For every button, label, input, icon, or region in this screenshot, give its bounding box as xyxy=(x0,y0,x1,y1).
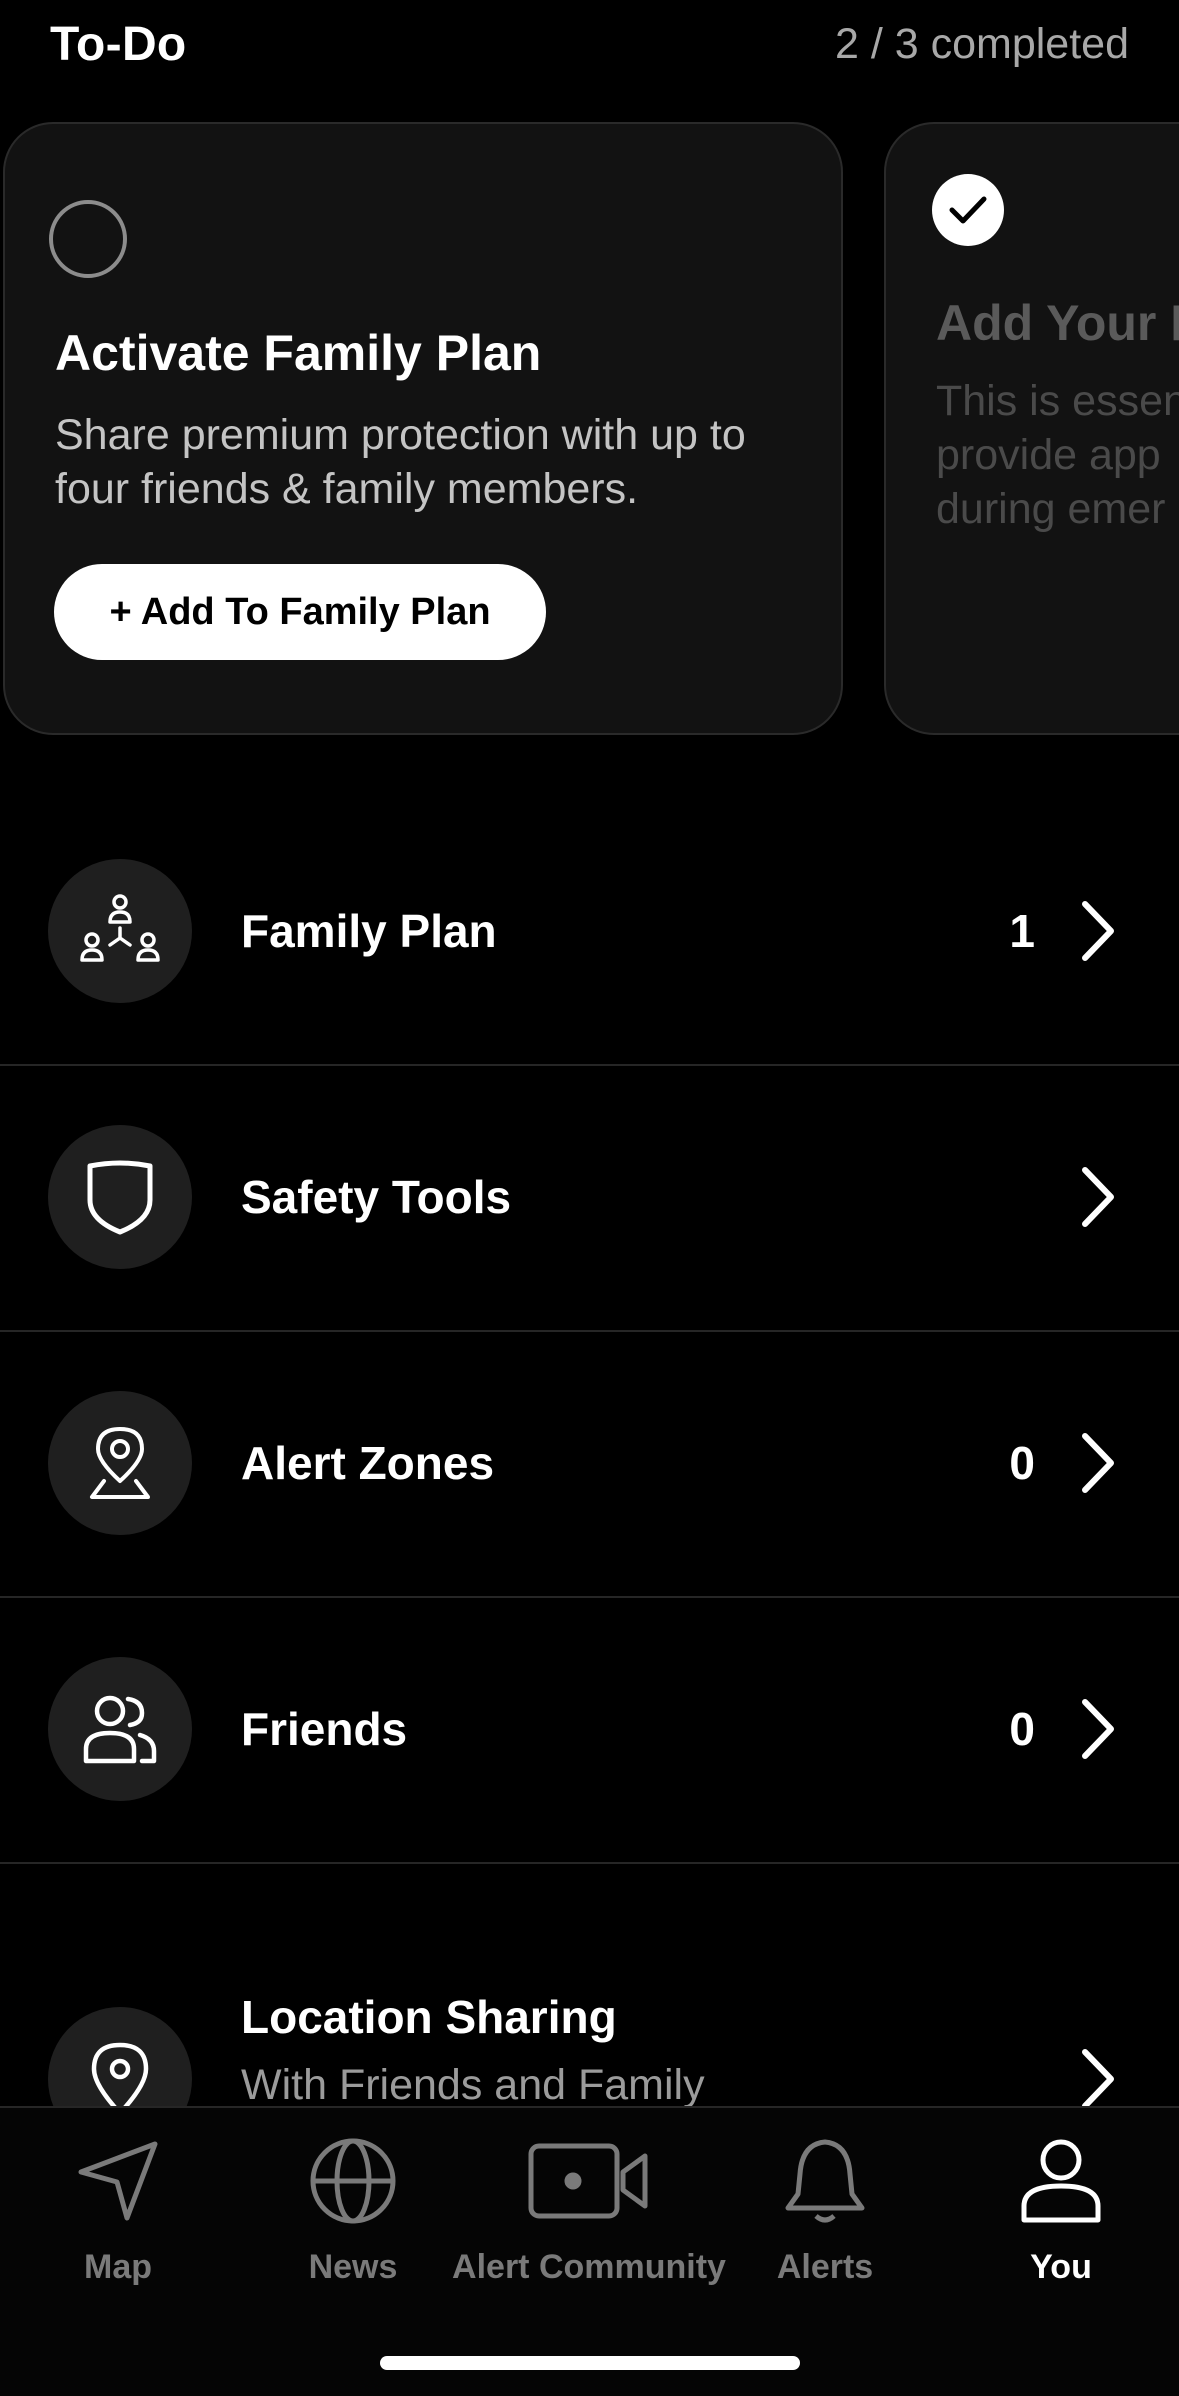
todo-progress: 2 / 3 completed xyxy=(834,19,1129,68)
settings-menu: Family Plan 1 Safety Tools Alert Zones 0 xyxy=(0,800,1179,2164)
card-description: This is essen provide app during emer xyxy=(936,374,1179,536)
menu-item-safety-tools[interactable]: Safety Tools xyxy=(0,1066,1179,1332)
add-to-family-plan-button[interactable]: + Add To Family Plan xyxy=(54,564,546,660)
menu-item-label: Alert Zones xyxy=(241,1437,495,1489)
todo-header: To-Do 2 / 3 completed xyxy=(50,14,1129,74)
menu-item-label: Safety Tools xyxy=(241,1171,512,1223)
globe-icon xyxy=(310,2138,396,2224)
chevron-right-icon xyxy=(1082,1433,1114,1493)
tab-label: Alerts xyxy=(776,2248,874,2286)
card-title: Activate Family Plan xyxy=(55,325,542,381)
todo-card-family-plan[interactable]: Activate Family Plan Share premium prote… xyxy=(3,122,843,735)
todo-carousel[interactable]: Activate Family Plan Share premium prote… xyxy=(0,122,1179,737)
menu-item-friends[interactable]: Friends 0 xyxy=(0,1598,1179,1864)
menu-item-family-plan[interactable]: Family Plan 1 xyxy=(0,800,1179,1066)
location-zone-icon xyxy=(48,1391,192,1535)
menu-item-label: Family Plan xyxy=(241,905,497,957)
todo-card-add-your[interactable]: Add Your F This is essen provide app dur… xyxy=(884,122,1179,735)
card-description-line: provide app xyxy=(936,431,1161,479)
home-indicator[interactable] xyxy=(380,2356,800,2370)
chevron-right-icon xyxy=(1082,2049,1114,2109)
tab-you[interactable]: You xyxy=(941,2136,1179,2287)
card-description-line: This is essen xyxy=(936,377,1179,425)
tab-label: You xyxy=(1030,2248,1092,2286)
incomplete-circle-icon xyxy=(49,200,127,278)
menu-item-alert-zones[interactable]: Alert Zones 0 xyxy=(0,1332,1179,1598)
tab-map[interactable]: Map xyxy=(0,2136,238,2287)
navigation-arrow-icon xyxy=(78,2141,158,2221)
chevron-right-icon xyxy=(1082,1167,1114,1227)
menu-item-label: Friends xyxy=(241,1703,408,1755)
menu-item-label: Location Sharing xyxy=(241,1991,617,2043)
card-description-line: during emer xyxy=(936,485,1166,533)
person-icon xyxy=(1021,2139,1101,2223)
tab-alerts[interactable]: Alerts xyxy=(705,2136,945,2287)
video-camera-icon xyxy=(528,2143,648,2219)
tab-label: News xyxy=(308,2248,398,2286)
chevron-right-icon xyxy=(1082,1699,1114,1759)
chevron-right-icon xyxy=(1082,901,1114,961)
todo-title: To-Do xyxy=(50,17,187,71)
tab-label: Map xyxy=(84,2248,152,2286)
tab-alert-community[interactable]: Alert Community xyxy=(452,2136,726,2287)
shield-icon xyxy=(48,1125,192,1269)
tab-news[interactable]: News xyxy=(233,2136,473,2287)
menu-item-count: 0 xyxy=(1009,1703,1035,1755)
bell-icon xyxy=(785,2139,865,2223)
card-description: Share premium protection with up to four… xyxy=(55,411,746,513)
checkmark-icon xyxy=(932,174,1004,246)
friends-icon xyxy=(48,1657,192,1801)
family-plan-icon xyxy=(48,859,192,1003)
menu-item-count: 1 xyxy=(1009,905,1035,957)
menu-item-count: 0 xyxy=(1009,1437,1035,1489)
card-title: Add Your F xyxy=(936,295,1179,351)
tab-label: Alert Community xyxy=(452,2248,726,2286)
bottom-tab-bar: Map News Alert Community Alerts You xyxy=(0,2106,1179,2396)
